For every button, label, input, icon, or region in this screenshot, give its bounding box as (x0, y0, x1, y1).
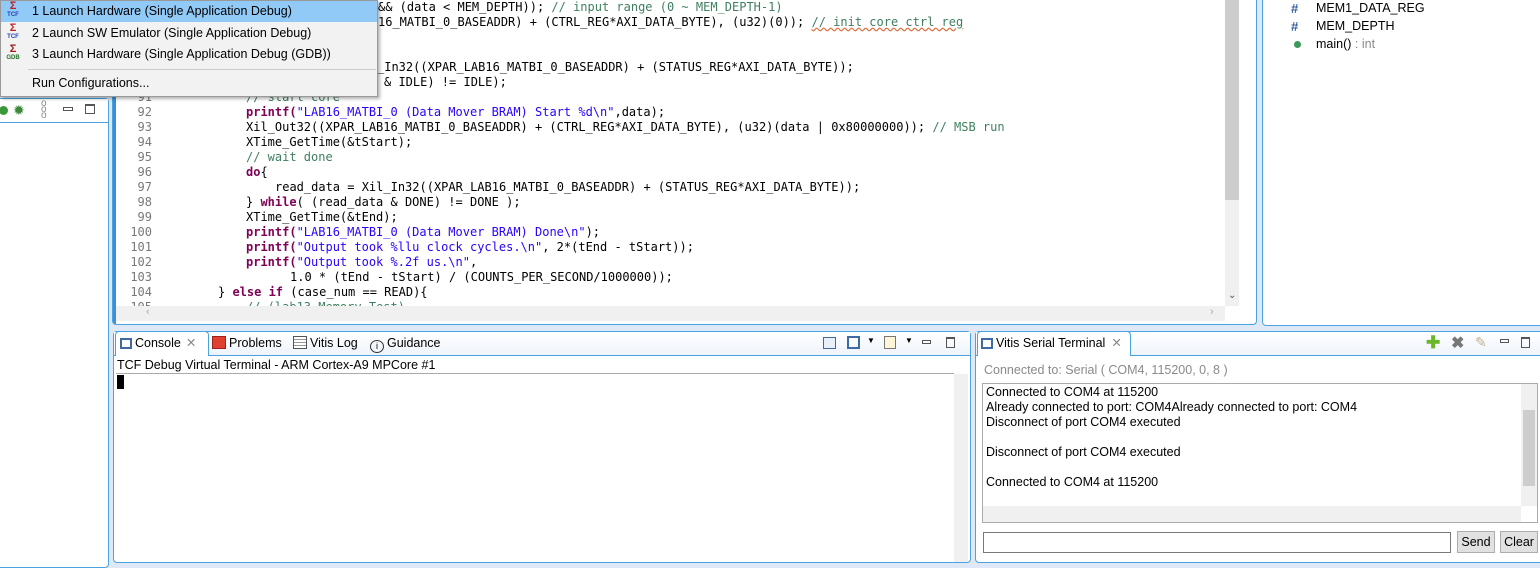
macro-icon: # (1291, 19, 1299, 34)
tab-console[interactable]: Console ✕ (120, 332, 196, 354)
open-console-icon[interactable] (884, 336, 896, 349)
run-dropdown-menu: Σ TCF 1 Launch Hardware (Single Applicati… (0, 0, 378, 97)
menu-item-launch-hardware[interactable]: Σ TCF 1 Launch Hardware (Single Applicati… (1, 1, 377, 22)
serial-line: Disconnect of port COM4 executed (986, 415, 1181, 429)
add-port-icon[interactable]: ✚ (1426, 333, 1440, 353)
console-scrollbar[interactable] (954, 374, 968, 562)
clear-icon[interactable]: ✎ (1475, 334, 1487, 351)
code-line-85: && (data < MEM_DEPTH)); // input range (… (378, 0, 783, 14)
code-line-102: printf("Output took %.2f us.\n", (246, 255, 478, 269)
menu-item-run-configurations[interactable]: Run Configurations... (1, 73, 377, 94)
menu-item-launch-sw-emulator[interactable]: Σ TCF 2 Launch SW Emulator (Single Applic… (1, 23, 377, 44)
serial-output[interactable]: Connected to COM4 at 115200 Already conn… (982, 383, 1538, 523)
line-number: 102 (130, 255, 152, 269)
serial-line: Connected to COM4 at 115200 (986, 475, 1159, 489)
close-icon[interactable]: ✕ (186, 336, 196, 350)
macro-icon: # (1291, 1, 1299, 16)
line-number: 99 (137, 210, 152, 224)
serial-line (986, 460, 1534, 475)
console-output[interactable] (116, 374, 956, 562)
code-line-98: } while( (read_data & DONE) != DONE ); (246, 195, 521, 209)
serial-line: Connected to COM4 at 115200 (986, 385, 1159, 399)
code-line-89: _In32((XPAR_LAB16_MATBI_0_BASEADDR) + (S… (377, 60, 854, 74)
line-number: 98 (137, 195, 152, 209)
minimize-icon[interactable] (922, 340, 931, 344)
function-icon (1294, 41, 1301, 48)
terminal-icon (981, 338, 993, 349)
serial-line: Already connected to port: COM4Already c… (986, 400, 1358, 414)
code-line-101: printf("Output took %llu clock cycles.\n… (246, 240, 694, 254)
display-console-icon[interactable] (847, 336, 860, 349)
connection-status: Connected to: Serial ( COM4, 115200, 0, … (984, 363, 1228, 377)
serial-horizontal-scrollbar[interactable] (983, 506, 1521, 522)
editor-vertical-scrollbar[interactable]: ⌄ (1225, 0, 1239, 306)
line-number: 100 (130, 225, 152, 239)
line-number: 104 (130, 285, 152, 299)
code-line-100: printf("LAB16_MATBI_0 (Data Mover BRAM) … (246, 225, 601, 239)
serial-line: Disconnect of port COM4 executed (986, 445, 1181, 459)
line-number: 94 (137, 135, 152, 149)
gdb-icon: Σ GDB (6, 43, 20, 62)
code-line-99: XTime_GetTime(&tEnd); (246, 210, 398, 224)
log-icon (293, 336, 307, 349)
code-line-90: & IDLE) != IDLE); (384, 75, 507, 89)
outline-item[interactable]: MEM1_DATA_REG (1316, 1, 1425, 15)
menu-item-label: 1 Launch Hardware (Single Application De… (32, 4, 292, 18)
serial-send-input[interactable] (983, 532, 1451, 553)
serial-line (986, 430, 1534, 445)
code-line-104: } else if (case_num == READ){ (218, 285, 428, 299)
code-line-103: 1.0 * (tEnd - tStart) / (COUNTS_PER_SECO… (290, 270, 673, 284)
send-button[interactable]: Send (1457, 531, 1495, 553)
console-icon (120, 338, 132, 349)
close-icon[interactable]: ✕ (1111, 336, 1121, 350)
serial-vertical-scrollbar[interactable] (1521, 384, 1537, 506)
line-number: 101 (130, 240, 152, 254)
line-number: 93 (137, 120, 152, 134)
line-number: 95 (137, 150, 152, 164)
pin-console-icon[interactable] (823, 337, 836, 349)
menu-item-label: Run Configurations... (32, 76, 150, 90)
editor-horizontal-scrollbar[interactable]: ‹ › (116, 306, 1225, 321)
maximize-icon[interactable] (946, 337, 955, 348)
tab-guidance[interactable]: i Guidance (370, 332, 441, 354)
tab-vitis-serial-terminal[interactable]: Vitis Serial Terminal ✕ (981, 332, 1122, 354)
code-line-86: 16_MATBI_0_BASEADDR) + (CTRL_REG*AXI_DAT… (378, 15, 964, 29)
line-number: 92 (137, 105, 152, 119)
menu-item-label: 3 Launch Hardware (Single Application De… (32, 47, 331, 61)
minimize-icon[interactable] (1500, 339, 1509, 343)
menu-item-launch-hardware-gdb[interactable]: Σ GDB 3 Launch Hardware (Single Applicati… (1, 44, 377, 65)
chevron-down-icon[interactable]: ▼ (905, 336, 913, 345)
problems-icon (212, 336, 226, 349)
code-line-97: read_data = Xil_In32((XPAR_LAB16_MATBI_0… (275, 180, 861, 194)
code-line-93: Xil_Out32((XPAR_LAB16_MATBI_0_BASEADDR) … (246, 120, 1005, 134)
menu-separator (28, 69, 376, 70)
code-line-96: do{ (246, 165, 268, 179)
line-number: 97 (137, 180, 152, 194)
code-line-95: // wait done (246, 150, 333, 164)
text-cursor (117, 375, 124, 389)
menu-item-label: 2 Launch SW Emulator (Single Application… (32, 26, 312, 40)
code-line-92: printf("LAB16_MATBI_0 (Data Mover BRAM) … (246, 105, 666, 119)
info-icon: i (370, 340, 384, 353)
chevron-down-icon[interactable]: ▼ (867, 336, 875, 345)
outline-item[interactable]: main() : int (1316, 37, 1375, 51)
disconnect-icon[interactable]: ✖ (1451, 333, 1464, 353)
tcf-icon: Σ TCF (7, 0, 19, 19)
clear-button[interactable]: Clear (1500, 531, 1538, 553)
console-title: TCF Debug Virtual Terminal - ARM Cortex-… (117, 358, 436, 372)
outline-item[interactable]: MEM_DEPTH (1316, 19, 1394, 33)
maximize-icon[interactable] (1521, 337, 1530, 348)
line-number: 96 (137, 165, 152, 179)
outline-panel (1262, 0, 1540, 326)
code-line-94: XTime_GetTime(&tStart); (246, 135, 413, 149)
tab-vitis-log[interactable]: Vitis Log (293, 332, 358, 354)
tcf-icon: Σ TCF (7, 22, 19, 41)
tab-problems[interactable]: Problems (212, 332, 282, 354)
line-number: 103 (130, 270, 152, 284)
